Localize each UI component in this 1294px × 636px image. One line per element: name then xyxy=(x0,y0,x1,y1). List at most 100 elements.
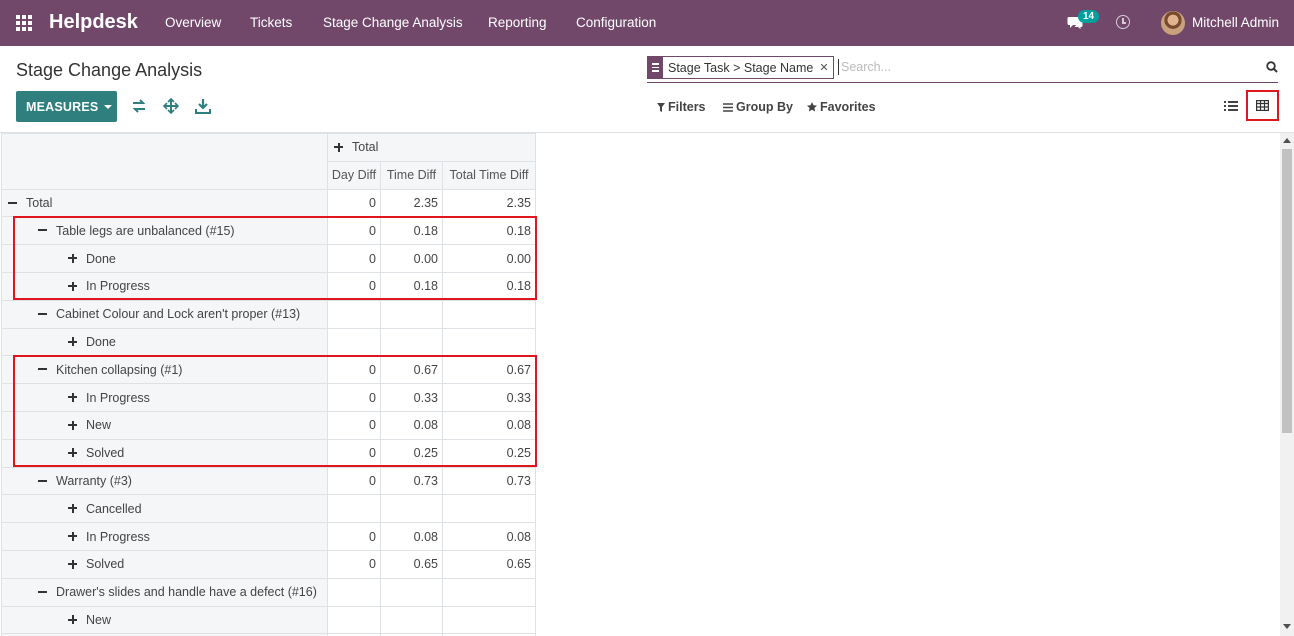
pivot-cell[interactable]: 0 xyxy=(327,549,381,579)
row-header[interactable]: Cabinet Colour and Lock aren't proper (#… xyxy=(1,299,328,329)
pivot-cell[interactable]: 0.00 xyxy=(380,244,443,273)
measure-header-time-diff[interactable]: Time Diff xyxy=(380,160,443,190)
scroll-down-icon[interactable] xyxy=(1283,624,1291,629)
pivot-cell[interactable] xyxy=(380,577,443,607)
pivot-cell[interactable]: 0.25 xyxy=(380,438,443,468)
pivot-cell[interactable] xyxy=(442,327,536,357)
row-header[interactable]: In Progress xyxy=(1,522,328,551)
pivot-cell[interactable]: 0 xyxy=(327,410,381,440)
groupby-button[interactable]: Group By xyxy=(723,100,793,114)
menu-stage-change-analysis[interactable]: Stage Change Analysis xyxy=(323,15,463,30)
row-header[interactable]: Total xyxy=(1,188,328,218)
measure-header-total-time-diff[interactable]: Total Time Diff xyxy=(442,160,536,190)
pivot-cell[interactable]: 0 xyxy=(327,244,381,273)
user-avatar[interactable] xyxy=(1161,11,1185,35)
pivot-cell[interactable]: 0.33 xyxy=(442,383,536,412)
search-input[interactable] xyxy=(838,59,1238,75)
menu-tickets[interactable]: Tickets xyxy=(250,15,292,30)
measure-header-day-diff[interactable]: Day Diff xyxy=(327,160,381,190)
pivot-cell[interactable]: 0.08 xyxy=(380,522,443,551)
app-brand[interactable]: Helpdesk xyxy=(49,11,138,34)
pivot-cell[interactable]: 0.18 xyxy=(380,271,443,301)
row-header[interactable]: Kitchen collapsing (#1) xyxy=(1,355,328,385)
download-icon[interactable] xyxy=(195,98,211,114)
row-header[interactable]: In Progress xyxy=(1,383,328,412)
row-header[interactable]: Warranty (#3) xyxy=(1,466,328,496)
pivot-cell[interactable] xyxy=(327,577,381,607)
pivot-cell[interactable]: 0.08 xyxy=(442,522,536,551)
col-header-total[interactable]: Total xyxy=(327,133,536,162)
pivot-cell[interactable]: 0.65 xyxy=(442,549,536,579)
menu-configuration[interactable]: Configuration xyxy=(576,15,656,30)
row-header[interactable]: Cancelled xyxy=(1,494,328,524)
pivot-cell[interactable] xyxy=(327,299,381,329)
pivot-cell[interactable]: 0 xyxy=(327,522,381,551)
pivot-cell[interactable]: 0.73 xyxy=(442,466,536,496)
facet-remove-icon[interactable]: ✕ xyxy=(819,61,832,74)
pivot-cell[interactable]: 0.67 xyxy=(442,355,536,385)
row-header[interactable]: In Progress xyxy=(1,271,328,301)
scroll-up-icon[interactable] xyxy=(1283,138,1291,143)
pivot-cell[interactable]: 0.25 xyxy=(442,438,536,468)
row-header[interactable]: Table legs are unbalanced (#15) xyxy=(1,216,328,246)
pivot-cell[interactable] xyxy=(442,577,536,607)
pivot-cell[interactable]: 0.33 xyxy=(380,383,443,412)
collapse-minus-icon xyxy=(38,229,47,232)
row-header[interactable]: New xyxy=(1,410,328,440)
pivot-cell[interactable] xyxy=(380,605,443,635)
row-header[interactable]: Done xyxy=(1,244,328,273)
flip-axis-icon[interactable] xyxy=(131,98,147,114)
row-header[interactable]: Done xyxy=(1,327,328,357)
activity-clock-icon[interactable] xyxy=(1116,15,1130,29)
pivot-cell[interactable] xyxy=(442,494,536,524)
list-view-icon[interactable] xyxy=(1224,100,1238,112)
pivot-cell[interactable]: 0.08 xyxy=(442,410,536,440)
pivot-cell[interactable] xyxy=(327,327,381,357)
search-icon[interactable] xyxy=(1266,61,1278,73)
pivot-cell[interactable]: 0 xyxy=(327,271,381,301)
row-header[interactable]: New xyxy=(1,605,328,635)
favorites-button[interactable]: Favorites xyxy=(807,100,876,114)
pivot-cell[interactable] xyxy=(442,299,536,329)
pivot-table: Total Day Diff Time Diff Total Time Diff… xyxy=(1,133,536,636)
row-header[interactable]: Solved xyxy=(1,549,328,579)
filters-button[interactable]: Filters xyxy=(657,100,706,114)
user-name[interactable]: Mitchell Admin xyxy=(1192,15,1279,30)
pivot-cell[interactable]: 0 xyxy=(327,383,381,412)
pivot-cell[interactable]: 2.35 xyxy=(442,188,536,218)
pivot-cell[interactable]: 0.67 xyxy=(380,355,443,385)
expand-plus-icon xyxy=(68,448,77,458)
menu-overview[interactable]: Overview xyxy=(165,15,221,30)
pivot-cell[interactable]: 0.08 xyxy=(380,410,443,440)
pivot-cell[interactable] xyxy=(327,494,381,524)
pivot-cell[interactable]: 0.18 xyxy=(442,271,536,301)
pivot-corner xyxy=(1,133,328,190)
pivot-row: Total 0 2.35 2.35 xyxy=(1,188,536,218)
row-header[interactable]: Solved xyxy=(1,438,328,468)
pivot-cell[interactable]: 0 xyxy=(327,355,381,385)
pivot-cell[interactable]: 0.73 xyxy=(380,466,443,496)
pivot-cell[interactable]: 0 xyxy=(327,438,381,468)
pivot-cell[interactable]: 0 xyxy=(327,466,381,496)
pivot-cell[interactable] xyxy=(380,327,443,357)
pivot-cell[interactable]: 0.00 xyxy=(442,244,536,273)
pivot-cell[interactable] xyxy=(442,605,536,635)
pivot-cell[interactable]: 2.35 xyxy=(380,188,443,218)
pivot-cell[interactable]: 0.18 xyxy=(442,216,536,246)
pivot-view-button[interactable] xyxy=(1246,90,1279,121)
pivot-cell[interactable]: 0.65 xyxy=(380,549,443,579)
row-header[interactable]: Drawer's slides and handle have a defect… xyxy=(1,577,328,607)
pivot-cell[interactable]: 0 xyxy=(327,188,381,218)
pivot-cell[interactable] xyxy=(327,605,381,635)
pivot-cell[interactable] xyxy=(380,299,443,329)
pivot-cell[interactable] xyxy=(380,494,443,524)
caret-down-icon xyxy=(104,104,113,109)
apps-menu-icon[interactable] xyxy=(16,15,32,31)
expand-all-icon[interactable] xyxy=(163,98,179,114)
vertical-scrollbar[interactable] xyxy=(1280,133,1294,636)
scroll-thumb[interactable] xyxy=(1282,149,1292,433)
pivot-cell[interactable]: 0.18 xyxy=(380,216,443,246)
pivot-cell[interactable]: 0 xyxy=(327,216,381,246)
measures-button[interactable]: MEASURES xyxy=(16,91,117,122)
menu-reporting[interactable]: Reporting xyxy=(488,15,547,30)
